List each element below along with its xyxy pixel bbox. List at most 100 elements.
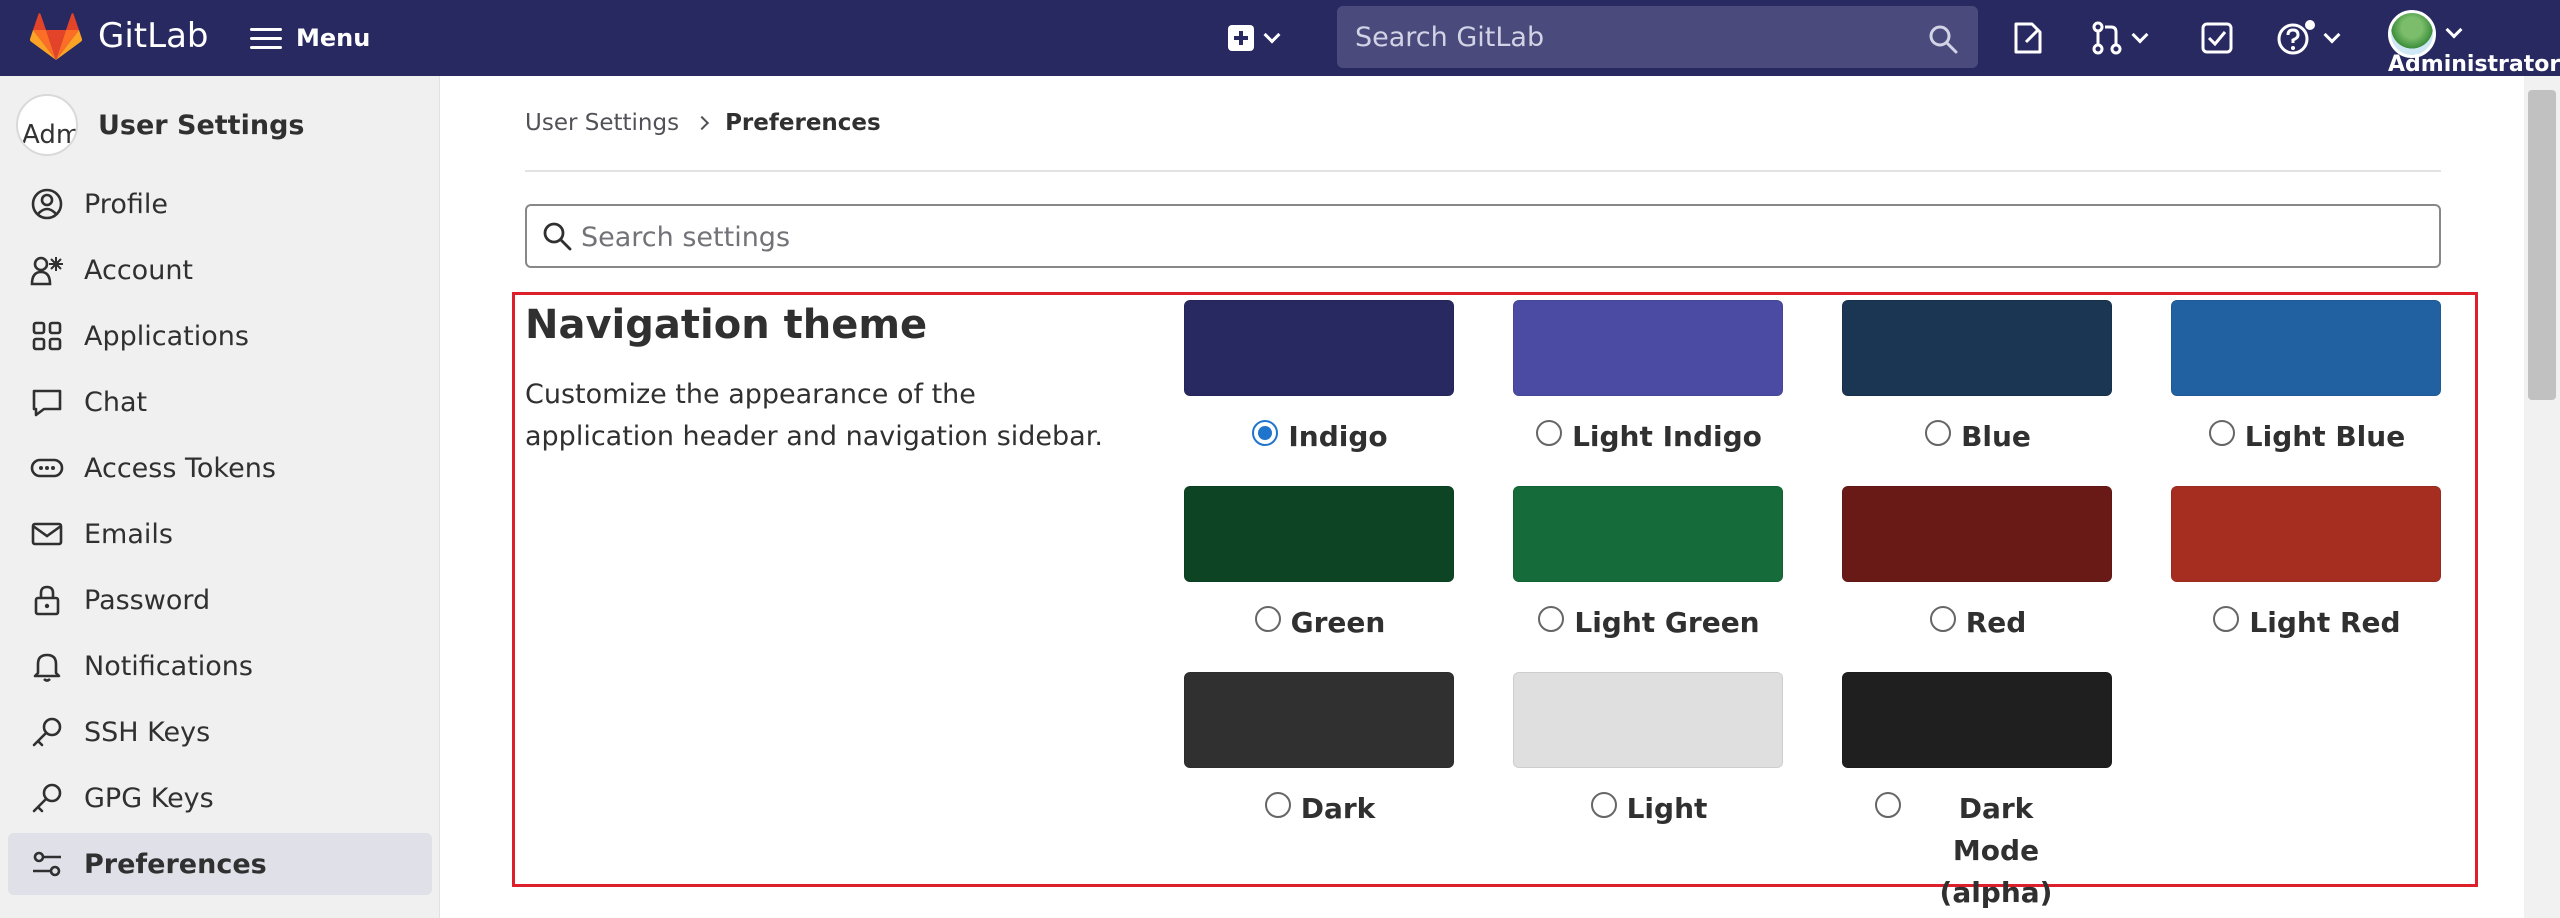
chevron-down-icon[interactable]	[2445, 21, 2463, 39]
sidebar-item-access-tokens[interactable]: Access Tokens	[8, 437, 432, 499]
theme-option-green[interactable]: Green	[1184, 486, 1456, 644]
theme-radio-label[interactable]: Light Green	[1538, 602, 1760, 644]
gitlab-brand-name[interactable]: GitLab	[98, 16, 208, 56]
sidebar-item-emails[interactable]: Emails	[8, 503, 432, 565]
theme-radio-label[interactable]: Light	[1590, 788, 1708, 830]
theme-radio-label[interactable]: Red	[1929, 602, 2026, 644]
chat-icon	[32, 389, 62, 417]
theme-name: Dark Mode (alpha)	[1939, 792, 2053, 909]
breadcrumb: User Settings Preferences	[525, 110, 881, 136]
theme-swatch[interactable]	[2171, 300, 2441, 396]
theme-radio-label[interactable]: Light Indigo	[1536, 416, 1762, 458]
breadcrumb-divider	[525, 170, 2441, 172]
section-description: Customize the appearance of the applicat…	[525, 379, 1103, 452]
theme-option-light-green[interactable]: Light Green	[1513, 486, 1785, 644]
theme-swatch[interactable]	[1842, 486, 2112, 582]
help-button[interactable]	[2276, 18, 2341, 58]
menu-button[interactable]: Menu	[250, 18, 370, 58]
theme-radio-label[interactable]: Green	[1254, 602, 1386, 644]
global-search-input[interactable]	[1355, 18, 1915, 56]
theme-radio-light-indigo[interactable]	[1536, 420, 1563, 446]
preferences-icon	[33, 851, 61, 877]
sidebar-item-chat[interactable]: Chat	[8, 371, 432, 433]
scrollbar-thumb[interactable]	[2528, 90, 2556, 400]
sidebar-header[interactable]: Adm User Settings	[16, 94, 304, 156]
theme-radio-light-red[interactable]	[2213, 606, 2240, 632]
theme-option-dark-mode[interactable]: Dark Mode (alpha)	[1842, 672, 2114, 914]
theme-radio-label[interactable]: Light Blue	[2208, 416, 2406, 458]
chevron-down-icon	[1263, 26, 1281, 44]
gitlab-logo-icon[interactable]	[30, 12, 82, 62]
theme-radio-light[interactable]	[1590, 792, 1617, 818]
theme-name: Green	[1290, 606, 1386, 639]
theme-radio-indigo[interactable]	[1252, 420, 1279, 446]
theme-radio-red[interactable]	[1929, 606, 1956, 632]
theme-swatch[interactable]	[1513, 300, 1783, 396]
breadcrumb-current-page[interactable]: Preferences	[725, 110, 881, 136]
user-name-label[interactable]: Administrator	[2388, 52, 2560, 77]
theme-radio-dark-mode[interactable]	[1875, 792, 1901, 818]
theme-swatch[interactable]	[1842, 300, 2112, 396]
theme-name: Light	[1626, 792, 1708, 825]
sidebar-item-label: Applications	[84, 320, 249, 352]
user-avatar[interactable]	[2388, 10, 2436, 58]
sidebar-item-notifications[interactable]: Notifications	[8, 635, 432, 697]
sidebar-item-applications[interactable]: Applications	[8, 305, 432, 367]
key-icon	[32, 717, 62, 747]
theme-radio-dark[interactable]	[1264, 792, 1291, 818]
sidebar-item-preferences[interactable]: Preferences	[8, 833, 432, 895]
sidebar-item-gpg-keys[interactable]: GPG Keys	[8, 767, 432, 829]
page-scrollbar[interactable]	[2524, 76, 2560, 918]
theme-swatch[interactable]	[1842, 672, 2112, 768]
sidebar-item-label: Notifications	[84, 650, 253, 682]
theme-radio-label[interactable]: Dark	[1264, 788, 1375, 830]
todos-button[interactable]	[2200, 18, 2234, 58]
token-icon	[30, 458, 64, 478]
theme-swatch[interactable]	[1513, 486, 1783, 582]
breadcrumb-user-settings-link[interactable]: User Settings	[525, 110, 679, 136]
settings-search-input[interactable]	[581, 218, 2381, 256]
global-search-box[interactable]	[1337, 6, 1978, 68]
chevron-right-icon	[695, 115, 710, 131]
theme-name: Light Blue	[2244, 420, 2406, 453]
sidebar-item-profile[interactable]: Profile	[8, 173, 432, 235]
sidebar-title: User Settings	[98, 109, 305, 141]
theme-radio-label[interactable]: Light Red	[2213, 602, 2401, 644]
merge-requests-button[interactable]	[2090, 18, 2149, 58]
theme-option-light-indigo[interactable]: Light Indigo	[1513, 300, 1785, 458]
search-icon	[1929, 25, 1958, 54]
theme-radio-blue[interactable]	[1925, 420, 1952, 446]
sidebar-item-password[interactable]: Password	[8, 569, 432, 631]
theme-radio-label[interactable]: Dark Mode (alpha)	[1875, 788, 2081, 914]
theme-name: Indigo	[1288, 420, 1388, 453]
sidebar-item-label: Password	[84, 584, 211, 616]
theme-radio-light-green[interactable]	[1538, 606, 1565, 632]
theme-swatch[interactable]	[1184, 486, 1454, 582]
theme-swatch[interactable]	[1184, 672, 1454, 768]
sidebar-item-account[interactable]: Account	[8, 239, 432, 301]
theme-name: Blue	[1961, 420, 2031, 453]
theme-option-dark[interactable]: Dark	[1184, 672, 1456, 830]
theme-swatch[interactable]	[1513, 672, 1783, 768]
theme-swatch[interactable]	[1184, 300, 1454, 396]
theme-option-light[interactable]: Light	[1513, 672, 1785, 830]
theme-option-light-red[interactable]: Light Red	[2171, 486, 2443, 644]
plus-square-icon	[1228, 25, 1254, 51]
theme-swatch[interactable]	[2171, 486, 2441, 582]
new-item-dropdown-button[interactable]	[1228, 20, 1281, 56]
theme-radio-light-blue[interactable]	[2208, 420, 2235, 446]
theme-option-indigo[interactable]: Indigo	[1184, 300, 1456, 458]
theme-option-light-blue[interactable]: Light Blue	[2171, 300, 2443, 458]
theme-radio-label[interactable]: Blue	[1925, 416, 2031, 458]
settings-sidebar: Adm User Settings Profile Account Applic…	[0, 76, 440, 918]
chevron-down-icon	[2323, 26, 2341, 44]
theme-option-blue[interactable]: Blue	[1842, 300, 2114, 458]
theme-option-red[interactable]: Red	[1842, 486, 2114, 644]
issues-button[interactable]	[2010, 18, 2046, 58]
sidebar-item-label: Emails	[84, 518, 173, 550]
key-icon	[32, 783, 62, 813]
theme-radio-green[interactable]	[1254, 606, 1281, 632]
theme-radio-label[interactable]: Indigo	[1252, 416, 1388, 458]
settings-search-box[interactable]	[525, 204, 2441, 268]
sidebar-item-ssh-keys[interactable]: SSH Keys	[8, 701, 432, 763]
